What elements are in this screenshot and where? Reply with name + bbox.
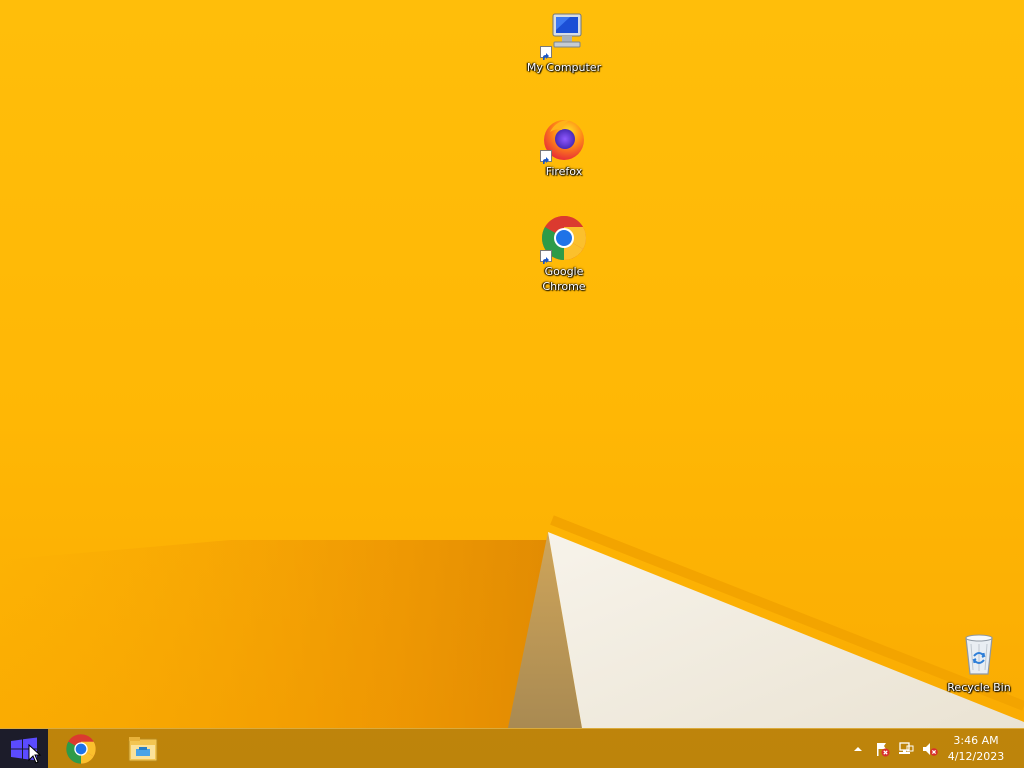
network-icon[interactable] — [898, 741, 914, 757]
recycle-bin-icon — [965, 634, 993, 675]
chrome-icon — [66, 734, 96, 764]
file-explorer-icon — [128, 737, 158, 762]
mouse-cursor-icon — [28, 744, 42, 764]
clock-time: 3:46 AM — [953, 734, 999, 747]
desktop-icon-label: My Computer — [526, 61, 602, 74]
volume-muted-icon[interactable] — [922, 741, 938, 757]
shortcut-arrow-icon — [540, 250, 552, 264]
shortcut-arrow-icon — [540, 150, 552, 164]
shortcut-arrow-icon — [540, 46, 552, 60]
taskbar-app-chrome[interactable] — [57, 729, 105, 768]
clock-date: 4/12/2023 — [947, 750, 1005, 763]
desktop-icon-my-computer[interactable]: My Computer — [521, 10, 607, 75]
wallpaper-shadow — [0, 540, 548, 728]
desktop-icon-firefox[interactable]: Firefox — [521, 114, 607, 179]
taskbar-clock[interactable]: 3:46 AM 4/12/2023 — [944, 733, 1008, 765]
wallpaper — [0, 515, 1024, 728]
desktop: My Computer Firefox Google Chrome Recycl… — [0, 0, 1024, 768]
desktop-icon-label: Google Chrome — [542, 265, 586, 293]
desktop-icon-label: Recycle Bin — [947, 681, 1011, 694]
taskbar-app-file-explorer[interactable] — [119, 729, 167, 768]
action-center-flag-icon[interactable] — [874, 741, 890, 757]
show-hidden-icons-chevron[interactable] — [850, 741, 866, 757]
desktop-icon-recycle-bin[interactable]: Recycle Bin — [936, 630, 1022, 695]
desktop-icon-google-chrome[interactable]: Google Chrome — [521, 214, 607, 294]
taskbar: 3:46 AM 4/12/2023 — [0, 728, 1024, 768]
desktop-icon-label: Firefox — [545, 165, 583, 178]
